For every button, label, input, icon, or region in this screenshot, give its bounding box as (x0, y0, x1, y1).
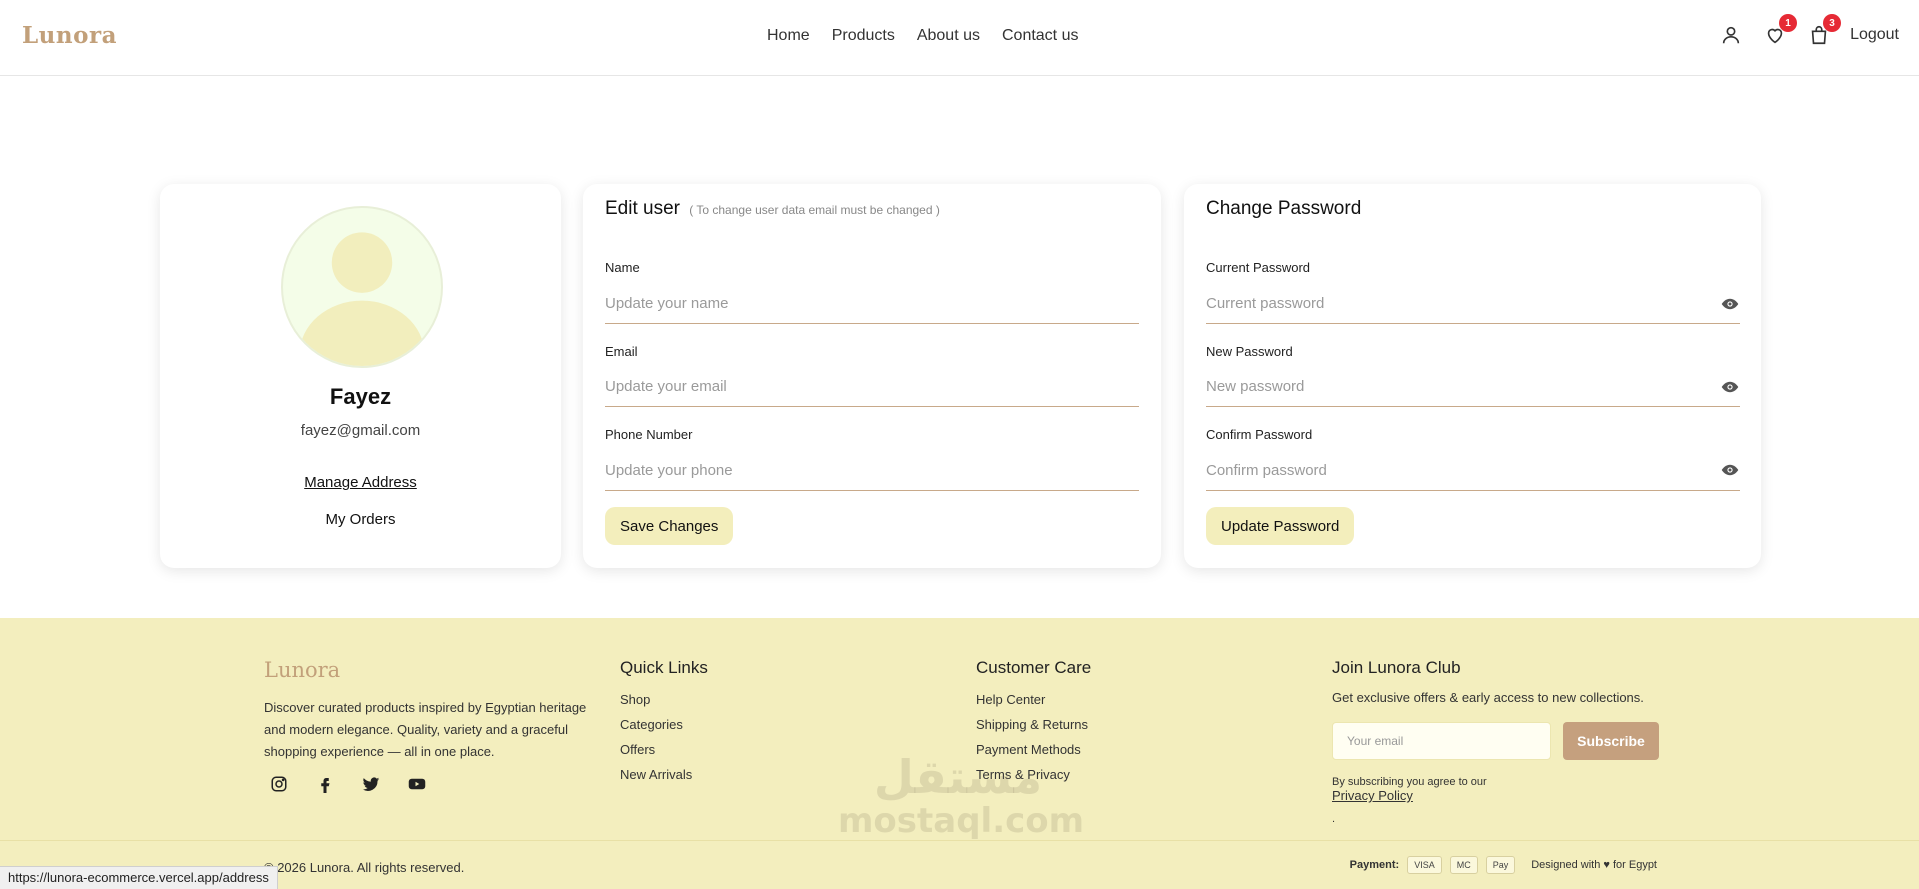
payment-pay: Pay (1485, 856, 1516, 874)
edit-user-heading: Edit user (605, 198, 680, 219)
avatar (281, 206, 443, 368)
wishlist-button[interactable]: 1 (1762, 14, 1798, 48)
eye-icon[interactable] (1721, 295, 1739, 313)
email-input[interactable] (605, 367, 1139, 407)
facebook-icon[interactable] (316, 775, 334, 793)
footer-link-terms-privacy[interactable]: Terms & Privacy (976, 767, 1091, 782)
edit-user-card: Edit user ( To change user data email mu… (583, 184, 1161, 568)
profile-email: fayez@gmail.com (300, 422, 421, 439)
name-label: Name (605, 260, 640, 275)
footer-link-payment-methods[interactable]: Payment Methods (976, 742, 1091, 757)
newsletter-email-input[interactable] (1332, 722, 1551, 760)
nav-about[interactable]: About us (917, 27, 980, 45)
copyright-text: © 2026 Lunora. All rights reserved. (264, 860, 465, 875)
cart-count-badge: 3 (1823, 14, 1842, 32)
footer-logo: Lunora (264, 658, 341, 682)
current-password-input[interactable] (1206, 284, 1740, 324)
newsletter-text: Get exclusive offers & early access to n… (1332, 690, 1644, 705)
footer-link-shipping-returns[interactable]: Shipping & Returns (976, 717, 1091, 732)
newsletter-column: Join Lunora Club Get exclusive offers & … (1332, 658, 1662, 825)
footer-link-help-center[interactable]: Help Center (976, 692, 1091, 707)
browser-status-url: https://lunora-ecommerce.vercel.app/addr… (0, 866, 278, 889)
eye-icon[interactable] (1721, 378, 1739, 396)
wishlist-count-badge: 1 (1779, 14, 1798, 32)
eye-icon[interactable] (1721, 461, 1739, 479)
user-icon[interactable] (1718, 22, 1744, 48)
newsletter-note-end: . (1332, 813, 1336, 825)
instagram-icon[interactable] (270, 775, 288, 793)
header-actions: 1 3 Logout (1718, 14, 1899, 48)
payment-mastercard: MC (1449, 856, 1478, 874)
footer-link-shop[interactable]: Shop (620, 692, 708, 707)
nav-contact[interactable]: Contact us (1002, 27, 1078, 45)
profile-card: Fayez fayez@gmail.com Manage Address My … (160, 184, 561, 568)
payment-row: Payment: VISA MC Pay Designed with ♥ for… (1350, 856, 1657, 874)
my-orders-link[interactable]: My Orders (160, 511, 561, 528)
customer-care-title: Customer Care (976, 658, 1092, 677)
logout-link[interactable]: Logout (1850, 26, 1899, 44)
profile-name: Fayez (329, 384, 392, 409)
edit-user-note: ( To change user data email must be chan… (689, 203, 940, 217)
edit-user-title: Edit user ( To change user data email mu… (605, 198, 940, 220)
payment-label: Payment: (1349, 859, 1400, 871)
cart-button[interactable]: 3 (1806, 14, 1842, 48)
newsletter-note-text: By subscribing you agree to our (1332, 776, 1487, 788)
customer-care-column: Customer Care Help Center Shipping & Ret… (976, 658, 1091, 792)
footer-divider (0, 840, 1919, 841)
main-nav: Home Products About us Contact us (767, 27, 1078, 45)
avatar-placeholder-icon (299, 232, 425, 366)
footer-description: Discover curated products inspired by Eg… (264, 700, 587, 759)
youtube-icon[interactable] (408, 775, 426, 793)
new-password-label: New Password (1206, 344, 1293, 359)
phone-input[interactable] (605, 451, 1139, 491)
payment-visa: VISA (1407, 856, 1442, 874)
name-input[interactable] (605, 284, 1139, 324)
manage-address-link[interactable]: Manage Address (160, 474, 561, 491)
twitter-icon[interactable] (362, 775, 380, 793)
confirm-password-input[interactable] (1206, 451, 1740, 491)
site-footer: Lunora Discover curated products inspire… (0, 618, 1919, 889)
current-password-label: Current Password (1206, 260, 1311, 275)
email-label: Email (605, 344, 638, 359)
nav-products[interactable]: Products (832, 27, 895, 45)
brand-logo[interactable]: Lunora (22, 22, 117, 49)
change-password-card: Change Password Current Password New Pas… (1184, 184, 1761, 568)
footer-link-offers[interactable]: Offers (620, 742, 708, 757)
newsletter-note: By subscribing you agree to our Privacy … (1332, 776, 1487, 825)
site-header: Lunora Home Products About us Contact us… (0, 0, 1919, 76)
nav-home[interactable]: Home (767, 27, 810, 45)
quick-links-title: Quick Links (620, 658, 708, 677)
footer-link-new-arrivals[interactable]: New Arrivals (620, 767, 708, 782)
privacy-policy-link[interactable]: Privacy Policy (1332, 788, 1487, 803)
confirm-password-label: Confirm Password (1206, 427, 1313, 442)
save-changes-button[interactable]: Save Changes (605, 507, 734, 545)
change-password-title: Change Password (1206, 198, 1362, 219)
phone-label: Phone Number (605, 427, 693, 442)
update-password-button[interactable]: Update Password (1206, 507, 1355, 545)
designed-with-text: Designed with ♥ for Egypt (1531, 859, 1657, 871)
subscribe-button[interactable]: Subscribe (1563, 722, 1659, 760)
newsletter-form: Subscribe (1332, 722, 1659, 760)
newsletter-title: Join Lunora Club (1332, 658, 1461, 677)
new-password-input[interactable] (1206, 367, 1740, 407)
footer-link-categories[interactable]: Categories (620, 717, 708, 732)
social-links (270, 775, 426, 793)
quick-links-column: Quick Links Shop Categories Offers New A… (620, 658, 708, 792)
